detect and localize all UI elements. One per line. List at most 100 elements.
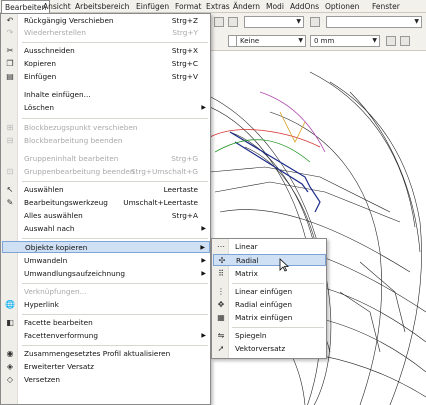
menu-item-label: Facettenverformung <box>24 331 99 340</box>
submenu-item-label: Linear einfügen <box>235 287 293 296</box>
submenu-item-matrix-insert[interactable]: ▦ Matrix einfügen <box>213 312 326 324</box>
menu-item-transform-record[interactable]: Umwandlungsaufzeichnung ▶ <box>2 268 210 280</box>
menu-item-delete[interactable]: Löschen ▶ <box>2 102 210 114</box>
submenu-item-matrix[interactable]: ⠿ Matrix <box>213 268 326 280</box>
submenu-item-label: Radial <box>236 256 259 265</box>
menu-item-label: Kopieren <box>24 59 56 68</box>
menu-item-select[interactable]: ↖ Auswählen Leertaste <box>2 184 210 196</box>
submenu-item-label: Linear <box>235 242 258 251</box>
menu-item-label: Gruppeninhalt bearbeiten <box>24 154 119 163</box>
menu-item-label: Gruppenbearbeitung beenden <box>24 167 135 176</box>
menu-item-shortcut: Strg+Z <box>171 16 198 25</box>
menu-item-group-end[interactable]: ⊡ Gruppenbearbeitung beenden Strg+Umschalt… <box>2 166 210 178</box>
menu-item-edit-tool[interactable]: ✎ Bearbeitungswerkzeug Umschalt+Leertaste <box>2 197 210 209</box>
menu-item-label: Zusammengesetztes Profil aktualisieren <box>24 349 171 358</box>
menu-modi[interactable]: Modi <box>266 2 284 11</box>
menu-item-redo[interactable]: ↷ Wiederherstellen Strg+Y <box>2 27 210 39</box>
tool-icon[interactable] <box>400 36 410 46</box>
menu-item-undo[interactable]: ↶ Rückgängig Verschieben Strg+Z <box>2 15 210 27</box>
menu-ansicht[interactable]: Ansicht <box>43 2 71 11</box>
menu-item-select-by[interactable]: Auswahl nach ▶ <box>2 223 210 235</box>
cut-icon: ✂ <box>6 46 14 55</box>
radial-insert-icon: ✥ <box>217 300 225 309</box>
menu-item-copy[interactable]: ❐ Kopieren Strg+C <box>2 58 210 70</box>
menu-fenster[interactable]: Fenster <box>372 2 400 11</box>
menu-item-shortcut: Strg+Umschalt+G <box>130 167 198 176</box>
mouse-pointer-icon <box>279 258 289 272</box>
mirror-icon: ⇋ <box>217 331 225 340</box>
menu-item-label: Einfügen <box>24 72 57 81</box>
menu-optionen[interactable]: Optionen <box>325 2 359 11</box>
menu-item-label: Wiederherstellen <box>24 28 86 37</box>
menu-item-label: Auswählen <box>24 185 64 194</box>
matrix-icon: ⠿ <box>218 269 224 278</box>
menu-item-block-move[interactable]: ⊞ Blockbezugspunkt verschieben <box>2 122 210 134</box>
menu-item-offset[interactable]: ◇ Versetzen <box>2 374 210 386</box>
menu-item-label: Objekte kopieren <box>25 243 88 252</box>
matrix-insert-icon: ▦ <box>217 313 225 322</box>
submenu-item-linear-insert[interactable]: ⋮ Linear einfügen <box>213 286 326 298</box>
profile-update-icon: ◉ <box>6 349 14 358</box>
menu-einfuegen[interactable]: Einfügen <box>136 2 169 11</box>
submenu-item-radial-insert[interactable]: ✥ Radial einfügen <box>213 299 326 311</box>
menu-bar: Bearbeiten Ansicht Arbeitsbereich Einfüg… <box>0 0 426 14</box>
copy-objects-submenu: ⋯ Linear ✣ Radial ⠿ Matrix ⋮ Linear einfügen… <box>211 238 327 359</box>
tool-icon[interactable] <box>386 36 396 46</box>
menu-item-facet-edit[interactable]: ◧ Facette bearbeiten <box>2 317 210 329</box>
menu-item-extended-offset[interactable]: ◈ Erweiterter Versatz <box>2 361 210 373</box>
menu-item-paste-special[interactable]: Inhalte einfügen... <box>2 89 210 101</box>
layer-combo[interactable]: ▼ <box>244 16 304 28</box>
submenu-item-label: Spiegeln <box>235 331 267 340</box>
submenu-arrow-icon: ▶ <box>201 332 206 339</box>
submenu-arrow-icon: ▶ <box>201 104 206 111</box>
menu-arbeitsbereich[interactable]: Arbeitsbereich <box>75 2 129 11</box>
menu-item-label: Umwandlungsaufzeichnung <box>24 269 126 278</box>
menu-separator <box>22 314 208 315</box>
menu-aendern[interactable]: Ändern <box>233 2 260 11</box>
menu-item-label: Hyperlink <box>24 300 59 309</box>
menu-item-group-edit[interactable]: Gruppeninhalt bearbeiten Strg+G <box>2 153 210 165</box>
menu-item-label: Versetzen <box>24 375 61 384</box>
linetype-combo[interactable]: Keine ▼ <box>236 35 306 47</box>
linewidth-combo[interactable]: 0 mm ▼ <box>310 35 380 47</box>
submenu-item-mirror[interactable]: ⇋ Spiegeln <box>213 330 326 342</box>
class-combo[interactable]: ▼ <box>326 16 422 28</box>
menu-item-block-end[interactable]: ⊟ Blockbearbeitung beenden <box>2 135 210 147</box>
group-end-icon: ⊡ <box>6 167 14 176</box>
menu-item-links[interactable]: Verknüpfungen... <box>2 286 210 298</box>
linear-insert-icon: ⋮ <box>217 287 225 296</box>
radial-icon: ✣ <box>218 256 226 265</box>
menu-separator <box>22 181 208 182</box>
menu-item-cut[interactable]: ✂ Ausschneiden Strg+X <box>2 45 210 57</box>
submenu-item-linear[interactable]: ⋯ Linear <box>213 241 326 253</box>
tool-icon[interactable] <box>310 17 320 27</box>
submenu-arrow-icon: ▶ <box>201 270 206 277</box>
hyperlink-icon: 🌐 <box>5 300 15 309</box>
menu-separator <box>22 238 208 239</box>
menu-item-shortcut: Strg+Y <box>172 28 198 37</box>
menu-item-hyperlink[interactable]: 🌐 Hyperlink <box>2 299 210 311</box>
menu-item-label: Erweiterter Versatz <box>24 362 94 371</box>
attribute-toolbar: ▼ ▼ ▼ Keine▼ 0 mm▼ <box>210 13 426 51</box>
submenu-item-radial[interactable]: ✣ Radial <box>213 254 326 266</box>
tool-icon[interactable] <box>228 17 238 27</box>
menu-format[interactable]: Format <box>175 2 201 11</box>
tool-icon[interactable] <box>214 17 224 27</box>
edit-menu: ↶ Rückgängig Verschieben Strg+Z ↷ Wiederher… <box>0 13 211 405</box>
copy-icon: ❐ <box>6 59 14 68</box>
menu-item-label: Blockbezugspunkt verschieben <box>24 123 138 132</box>
menu-extras[interactable]: Extras <box>206 2 230 11</box>
menu-item-select-all[interactable]: Alles auswählen Strg+A <box>2 210 210 222</box>
linear-icon: ⋯ <box>217 242 225 251</box>
menu-item-profile-update[interactable]: ◉ Zusammengesetztes Profil aktualisieren <box>2 348 210 360</box>
menu-item-transform[interactable]: Umwandeln ▶ <box>2 255 210 267</box>
menu-item-facet-deform[interactable]: Facettenverformung ▶ <box>2 330 210 342</box>
menu-addons[interactable]: AddOns <box>290 2 319 11</box>
menu-item-copy-objects[interactable]: Objekte kopieren ▶ <box>2 241 210 253</box>
facet-edit-icon: ◧ <box>6 318 14 327</box>
menu-item-shortcut: Umschalt+Leertaste <box>123 198 198 207</box>
menu-item-paste[interactable]: ▤ Einfügen Strg+V <box>2 71 210 83</box>
menu-item-label: Blockbearbeitung beenden <box>24 136 123 145</box>
submenu-item-vector-offset[interactable]: ➚ Vektorversatz <box>213 343 326 355</box>
submenu-arrow-icon: ▶ <box>201 225 206 232</box>
